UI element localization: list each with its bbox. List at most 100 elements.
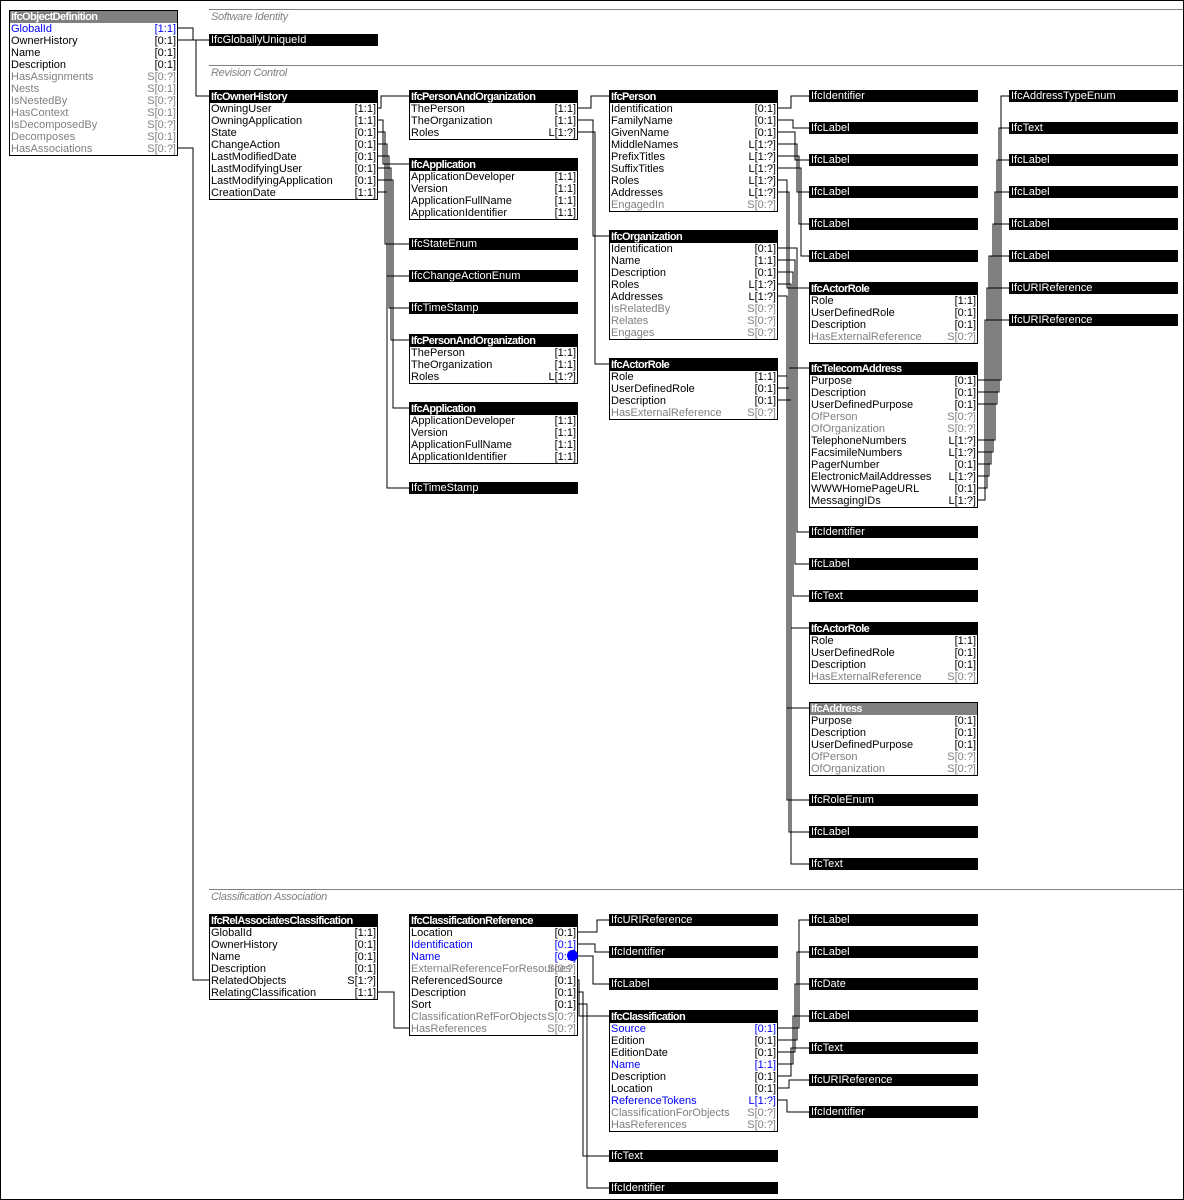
attribute-row[interactable]: HasAssociations S[0:?] <box>10 143 177 155</box>
entity-box-classification-reference[interactable]: IfcClassificationReference Location [0:1] I… <box>409 914 578 1036</box>
attribute-row[interactable]: Description [0:1] <box>610 1071 777 1083</box>
type-node-label[interactable]: IfcLabel <box>809 1010 978 1022</box>
attribute-row[interactable]: Role [1:1] <box>810 295 977 307</box>
type-node-label[interactable]: IfcLabel <box>809 558 978 570</box>
attribute-row[interactable]: WWWHomePageURL [0:1] <box>810 483 977 495</box>
attribute-row[interactable]: Location [0:1] <box>410 927 577 939</box>
attribute-row[interactable]: ApplicationIdentifier [1:1] <box>410 207 577 219</box>
entity-title[interactable]: IfcRelAssociatesClassification <box>210 915 377 927</box>
attribute-row[interactable]: TelephoneNumbers L[1:?] <box>810 435 977 447</box>
attribute-row[interactable]: EditionDate [0:1] <box>610 1047 777 1059</box>
attribute-row[interactable]: MessagingIDs L[1:?] <box>810 495 977 507</box>
entity-box-actor-role[interactable]: IfcActorRole Role [1:1] UserDefinedRole [0:1… <box>809 622 978 684</box>
attribute-row[interactable]: ChangeAction [0:1] <box>210 139 377 151</box>
attribute-row[interactable]: OfPerson S[0:?] <box>810 411 977 423</box>
entity-title[interactable]: IfcActorRole <box>610 359 777 371</box>
entity-box-telecom-address[interactable]: IfcTelecomAddress Purpose [0:1] Description… <box>809 362 978 508</box>
attribute-row[interactable]: GlobalId [1:1] <box>210 927 377 939</box>
attribute-row[interactable]: OwnerHistory [0:1] <box>210 939 377 951</box>
type-node-change-action-enum[interactable]: IfcChangeActionEnum <box>409 270 578 282</box>
attribute-row[interactable]: IsDecomposedBy S[0:?] <box>10 119 177 131</box>
entity-box-classification[interactable]: IfcClassification Source [0:1] Edition [0:1]… <box>609 1010 778 1132</box>
attribute-row[interactable]: FamilyName [0:1] <box>610 115 777 127</box>
type-node-identifier[interactable]: IfcIdentifier <box>809 526 978 538</box>
type-node-label[interactable]: IfcLabel <box>809 186 978 198</box>
type-node-date[interactable]: IfcDate <box>809 978 978 990</box>
attribute-row[interactable]: Description [0:1] <box>610 267 777 279</box>
type-node-label[interactable]: IfcLabel <box>1009 250 1178 262</box>
attribute-row[interactable]: ReferenceTokens L[1:?] <box>610 1095 777 1107</box>
attribute-row[interactable]: Source [0:1] <box>610 1023 777 1035</box>
type-node-role-enum[interactable]: IfcRoleEnum <box>809 794 978 806</box>
attribute-row[interactable]: Name [1:1] <box>610 255 777 267</box>
attribute-row[interactable]: Purpose [0:1] <box>810 375 977 387</box>
attribute-row[interactable]: OfPerson S[0:?] <box>810 751 977 763</box>
attribute-row[interactable]: GlobalId [1:1] <box>10 23 177 35</box>
type-node-text[interactable]: IfcText <box>809 1042 978 1054</box>
attribute-row[interactable]: UserDefinedPurpose [0:1] <box>810 399 977 411</box>
attribute-row[interactable]: LastModifyingApplication [0:1] <box>210 175 377 187</box>
type-node-urireference[interactable]: IfcURIReference <box>809 1074 978 1086</box>
attribute-row[interactable]: ClassificationForObjects S[0:?] <box>610 1107 777 1119</box>
attribute-row[interactable]: Identification [0:1] <box>410 939 577 951</box>
attribute-row[interactable]: ApplicationDeveloper [1:1] <box>410 171 577 183</box>
entity-title[interactable]: IfcActorRole <box>810 283 977 295</box>
attribute-row[interactable]: ThePerson [1:1] <box>410 347 577 359</box>
attribute-row[interactable]: Name [0:1] <box>210 951 377 963</box>
attribute-row[interactable]: EngagedIn S[0:?] <box>610 199 777 211</box>
type-node-label[interactable]: IfcLabel <box>809 122 978 134</box>
attribute-row[interactable]: OfOrganization S[0:?] <box>810 423 977 435</box>
type-node-text[interactable]: IfcText <box>809 858 978 870</box>
attribute-row[interactable]: ClassificationRefForObjects S[0:?] <box>410 1011 577 1023</box>
entity-title[interactable]: IfcApplication <box>410 403 577 415</box>
attribute-row[interactable]: Name [0:1] <box>10 47 177 59</box>
attribute-row[interactable]: TheOrganization [1:1] <box>410 359 577 371</box>
entity-box-person-and-organization[interactable]: IfcPersonAndOrganization ThePerson [1:1] Th… <box>409 90 578 140</box>
type-node-identifier[interactable]: IfcIdentifier <box>809 1106 978 1118</box>
attribute-row[interactable]: HasReferences S[0:?] <box>610 1119 777 1131</box>
entity-box-rel-associates-classification[interactable]: IfcRelAssociatesClassification GlobalId [1… <box>209 914 378 1000</box>
type-node-identifier[interactable]: IfcIdentifier <box>809 90 978 102</box>
entity-title[interactable]: IfcOrganization <box>610 231 777 243</box>
attribute-row[interactable]: ApplicationDeveloper [1:1] <box>410 415 577 427</box>
attribute-row[interactable]: Relates S[0:?] <box>610 315 777 327</box>
attribute-row[interactable]: UserDefinedRole [0:1] <box>610 383 777 395</box>
entity-title[interactable]: IfcPersonAndOrganization <box>410 91 577 103</box>
type-node-time-stamp[interactable]: IfcTimeStamp <box>409 302 578 314</box>
type-node-state-enum[interactable]: IfcStateEnum <box>409 238 578 250</box>
entity-title[interactable]: IfcClassification <box>610 1011 777 1023</box>
type-node-identifier[interactable]: IfcIdentifier <box>609 1182 778 1194</box>
entity-box-owner-history[interactable]: IfcOwnerHistory OwningUser [1:1] OwningAppl… <box>209 90 378 200</box>
entity-title[interactable]: IfcPerson <box>610 91 777 103</box>
attribute-row[interactable]: ApplicationFullName [1:1] <box>410 439 577 451</box>
attribute-row[interactable]: Roles L[1:?] <box>410 127 577 139</box>
entity-box-actor-role[interactable]: IfcActorRole Role [1:1] UserDefinedRole [0:1… <box>609 358 778 420</box>
entity-box-application[interactable]: IfcApplication ApplicationDeveloper [1:1] V… <box>409 402 578 464</box>
type-node-label[interactable]: IfcLabel <box>1009 186 1178 198</box>
attribute-row[interactable]: OwnerHistory [0:1] <box>10 35 177 47</box>
entity-title[interactable]: IfcObjectDefinition <box>10 11 177 23</box>
entity-title[interactable]: IfcActorRole <box>810 623 977 635</box>
entity-title[interactable]: IfcClassificationReference <box>410 915 577 927</box>
attribute-row[interactable]: OwningUser [1:1] <box>210 103 377 115</box>
attribute-row[interactable]: RelatingClassification [1:1] <box>210 987 377 999</box>
attribute-row[interactable]: ApplicationIdentifier [1:1] <box>410 451 577 463</box>
type-node-label[interactable]: IfcLabel <box>809 946 978 958</box>
attribute-row[interactable]: PrefixTitles L[1:?] <box>610 151 777 163</box>
attribute-row[interactable]: Version [1:1] <box>410 427 577 439</box>
attribute-row[interactable]: Description [0:1] <box>610 395 777 407</box>
attribute-row[interactable]: Description [0:1] <box>810 659 977 671</box>
attribute-row[interactable]: Roles L[1:?] <box>610 279 777 291</box>
attribute-row[interactable]: Roles L[1:?] <box>410 371 577 383</box>
attribute-row[interactable]: HasExternalReference S[0:?] <box>810 671 977 683</box>
type-node-label[interactable]: IfcLabel <box>809 154 978 166</box>
attribute-row[interactable]: State [0:1] <box>210 127 377 139</box>
type-node-time-stamp[interactable]: IfcTimeStamp <box>409 482 578 494</box>
attribute-row[interactable]: LastModifyingUser [0:1] <box>210 163 377 175</box>
entity-title[interactable]: IfcApplication <box>410 159 577 171</box>
attribute-row[interactable]: ThePerson [1:1] <box>410 103 577 115</box>
attribute-row[interactable]: OwningApplication [1:1] <box>210 115 377 127</box>
type-node-identifier[interactable]: IfcIdentifier <box>609 946 778 958</box>
attribute-row[interactable]: GivenName [0:1] <box>610 127 777 139</box>
attribute-row[interactable]: Description [0:1] <box>210 963 377 975</box>
